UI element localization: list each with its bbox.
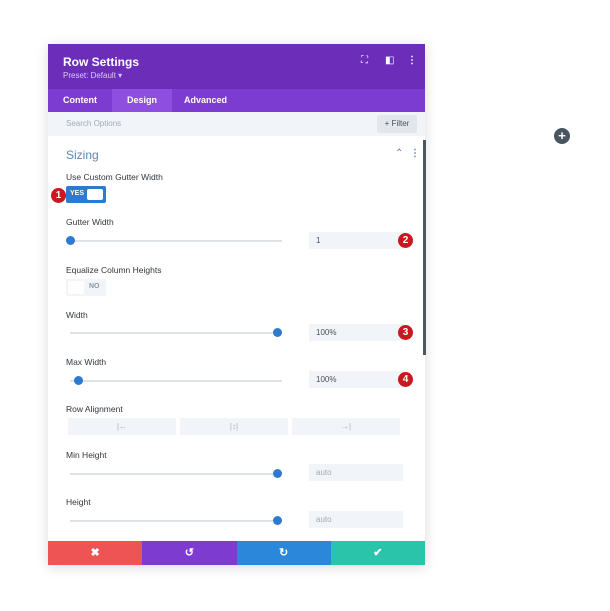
- custom-gutter-label: Use Custom Gutter Width: [66, 172, 163, 182]
- step-badge: 4: [398, 372, 413, 387]
- sidebar-icon[interactable]: ◧: [385, 55, 394, 66]
- row-alignment-label: Row Alignment: [66, 404, 123, 414]
- slider-thumb[interactable]: [273, 469, 282, 478]
- min-height-input[interactable]: auto: [309, 464, 403, 481]
- step-badge: 3: [398, 325, 413, 340]
- more-icon[interactable]: ⋮: [407, 55, 417, 66]
- step-badge: 2: [398, 233, 413, 248]
- width-slider[interactable]: [70, 328, 282, 337]
- max-width-slider[interactable]: [70, 376, 282, 385]
- cancel-button[interactable]: ✖: [48, 541, 143, 565]
- panel-title: Row Settings: [63, 55, 140, 69]
- align-right-button[interactable]: →|: [292, 418, 400, 435]
- width-label: Width: [66, 310, 88, 320]
- height-input[interactable]: auto: [309, 511, 403, 528]
- preset-dropdown[interactable]: Preset: Default ▾: [63, 71, 122, 80]
- tab-advanced[interactable]: Advanced: [169, 89, 242, 112]
- gutter-width-label: Gutter Width: [66, 217, 114, 227]
- height-label: Height: [66, 497, 91, 507]
- gutter-width-slider[interactable]: [66, 236, 282, 245]
- align-left-button[interactable]: |←: [68, 418, 176, 435]
- equalize-toggle[interactable]: NO: [66, 279, 106, 296]
- max-width-input[interactable]: 100%: [309, 371, 403, 388]
- height-slider[interactable]: [70, 516, 282, 525]
- tab-content[interactable]: Content: [48, 89, 112, 112]
- step-badge: 1: [51, 188, 66, 203]
- width-input[interactable]: 100%: [309, 324, 403, 341]
- align-center-button[interactable]: |↕|: [180, 418, 288, 435]
- toggle-value: NO: [89, 283, 100, 290]
- panel-header: Row Settings Preset: Default ▾ ⛶ ◧ ⋮: [48, 44, 425, 89]
- fullscreen-icon[interactable]: ⛶: [361, 55, 368, 66]
- chevron-up-icon[interactable]: ⌃: [395, 148, 403, 159]
- section-more-icon[interactable]: ⋮: [410, 148, 420, 159]
- slider-thumb[interactable]: [273, 516, 282, 525]
- section-title: Sizing: [66, 148, 99, 162]
- toggle-knob: [68, 281, 84, 294]
- slider-thumb[interactable]: [66, 236, 75, 245]
- slider-thumb[interactable]: [74, 376, 83, 385]
- search-bar: Search Options + Filter: [48, 112, 425, 136]
- undo-button[interactable]: ↺: [142, 541, 237, 565]
- min-height-slider[interactable]: [70, 469, 282, 478]
- redo-button[interactable]: ↻: [236, 541, 331, 565]
- toggle-knob: [87, 189, 103, 200]
- max-width-label: Max Width: [66, 357, 107, 367]
- tab-design[interactable]: Design: [112, 89, 173, 112]
- filter-button[interactable]: + Filter: [377, 115, 417, 133]
- equalize-label: Equalize Column Heights: [66, 265, 162, 275]
- tab-bar: Content Design Advanced: [48, 89, 425, 112]
- toggle-value: YES: [70, 190, 85, 197]
- gutter-width-input[interactable]: 1: [309, 232, 403, 249]
- row-settings-panel: Row Settings Preset: Default ▾ ⛶ ◧ ⋮ Con…: [48, 44, 426, 565]
- min-height-label: Min Height: [66, 450, 107, 460]
- search-input[interactable]: Search Options: [66, 119, 121, 128]
- save-button[interactable]: ✔: [330, 541, 425, 565]
- add-row-button[interactable]: +: [554, 128, 570, 144]
- custom-gutter-toggle[interactable]: YES: [66, 186, 106, 203]
- scrollbar[interactable]: [423, 140, 426, 355]
- slider-thumb[interactable]: [273, 328, 282, 337]
